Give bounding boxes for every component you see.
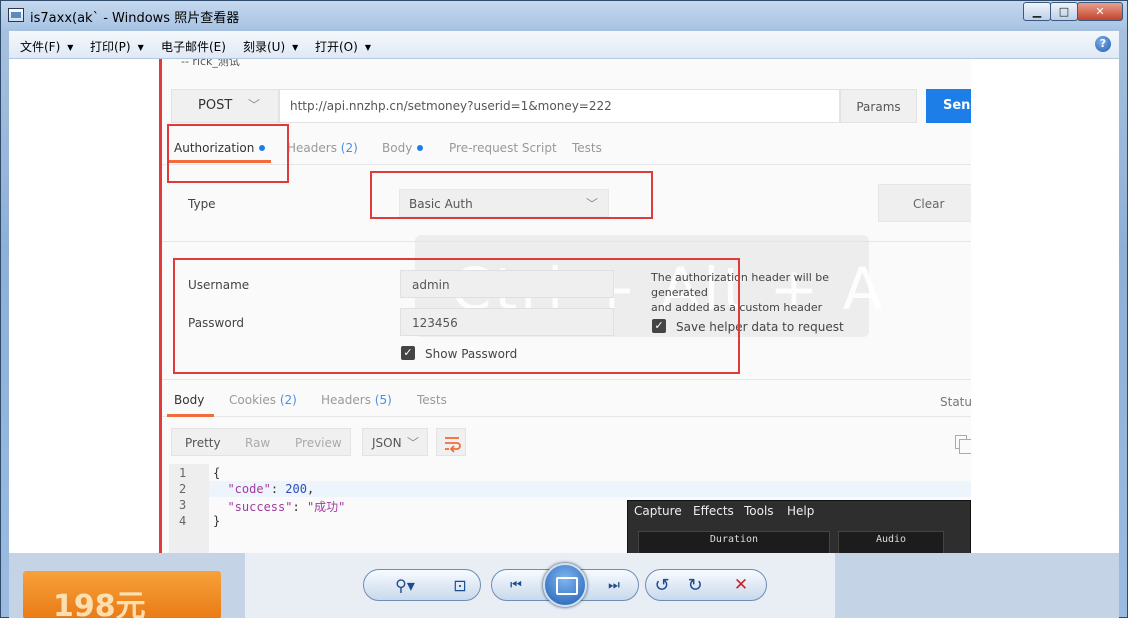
delete-icon[interactable]: ✕ xyxy=(730,575,752,595)
ad-banner: 198元 xyxy=(23,571,221,618)
response-tabs: Body Cookies (2) Headers (5) Tests Statu… xyxy=(159,381,971,417)
tab-response-tests[interactable]: Tests xyxy=(417,393,447,407)
copy-icon[interactable] xyxy=(955,435,971,454)
menu-burn-label: 刻录(U) xyxy=(243,40,286,54)
format-preview[interactable]: Preview xyxy=(295,436,342,450)
json-key: "success" xyxy=(227,500,293,514)
ad-banner-text: 198元 xyxy=(53,589,146,618)
divider xyxy=(159,379,971,380)
help-icon[interactable]: ? xyxy=(1095,36,1111,52)
menu-email[interactable]: 电子邮件(E) xyxy=(161,38,226,55)
chevron-down-icon: ▼ xyxy=(67,43,74,52)
maximize-button[interactable]: □ xyxy=(1050,2,1078,21)
format-toggle: Pretty Raw Preview xyxy=(171,428,351,456)
annotation-box-auth-type xyxy=(370,171,653,219)
actual-size-icon[interactable]: ⊡ xyxy=(447,575,473,595)
annotation-box-credentials xyxy=(173,258,740,374)
line-number: 2 xyxy=(179,482,187,496)
previous-request-title: -- rick_测试 xyxy=(181,59,240,68)
menu-burn[interactable]: 刻录(U) ▼ xyxy=(243,38,298,55)
annotation-box-authorization xyxy=(167,124,289,183)
capture-menu-item[interactable]: Help xyxy=(787,504,814,518)
tab-cookies-label: Cookies xyxy=(229,393,276,407)
tab-headers-label: Headers xyxy=(287,141,337,155)
line-number: 3 xyxy=(179,498,187,512)
code-line-3: "success": "成功" xyxy=(227,500,346,514)
modified-dot-icon xyxy=(417,145,424,151)
send-button[interactable]: Send xyxy=(926,89,971,123)
previous-image-icon[interactable]: ⏮ xyxy=(503,575,529,595)
zoom-icon[interactable]: ⚲▾ xyxy=(387,575,423,595)
window-title: is7axx(ak` - Windows 照片查看器 xyxy=(30,11,240,26)
audio-track-header: Audio xyxy=(838,531,944,553)
auth-type-label: Type xyxy=(188,197,216,211)
annotation-line xyxy=(159,59,162,553)
code-line-1: { xyxy=(213,466,221,480)
format-raw[interactable]: Raw xyxy=(245,436,270,450)
menu-file-label: 文件(F) xyxy=(20,40,61,54)
json-format-value: JSON xyxy=(372,436,402,450)
tab-response-headers-count: (5) xyxy=(374,393,392,407)
photo-viewer-icon xyxy=(8,8,24,22)
tab-cookies-count: (2) xyxy=(279,393,297,407)
window-controls: ▁ □ ✕ xyxy=(1023,2,1123,21)
chevron-down-icon: ﹀ xyxy=(406,436,419,450)
wrap-lines-icon xyxy=(445,437,461,453)
title-bar: is7axx(ak` - Windows 照片查看器 ▁ □ ✕ xyxy=(1,1,1127,29)
tab-cookies[interactable]: Cookies (2) xyxy=(229,393,297,407)
menu-email-label: 电子邮件(E) xyxy=(161,40,226,54)
capture-menu-item[interactable]: Tools xyxy=(744,504,774,518)
tab-response-headers[interactable]: Headers (5) xyxy=(321,393,392,407)
tab-response-body[interactable]: Body xyxy=(174,393,204,407)
tab-body[interactable]: Body xyxy=(382,141,424,155)
postman-screenshot: -- rick_测试 POST ﹀ http://api.nnzhp.cn/se… xyxy=(159,59,971,553)
json-key: "code" xyxy=(227,482,271,496)
menu-bar: 文件(F) ▼ 打印(P) ▼ 电子邮件(E) 刻录(U) ▼ 打开(O) ▼ ? xyxy=(9,31,1119,59)
status-label: Status xyxy=(940,395,971,409)
capture-menu-item[interactable]: Capture xyxy=(634,504,682,518)
close-button[interactable]: ✕ xyxy=(1077,2,1123,21)
wrap-lines-button[interactable] xyxy=(436,428,466,456)
active-tab-indicator xyxy=(167,414,214,417)
tab-prerequest-script[interactable]: Pre-request Script xyxy=(449,141,557,155)
method-select[interactable]: POST ﹀ xyxy=(171,89,279,123)
minimize-button[interactable]: ▁ xyxy=(1023,2,1051,21)
line-number-gutter xyxy=(169,464,209,553)
chevron-down-icon: ▼ xyxy=(292,43,299,52)
clear-button[interactable]: Clear xyxy=(878,184,971,222)
url-input[interactable]: http://api.nnzhp.cn/setmoney?userid=1&mo… xyxy=(279,89,840,123)
method-value: POST xyxy=(198,98,233,113)
line-number: 4 xyxy=(179,514,187,528)
menu-open[interactable]: 打开(O) ▼ xyxy=(315,38,371,55)
tab-response-headers-label: Headers xyxy=(321,393,371,407)
tab-body-label: Body xyxy=(382,141,413,155)
capture-menu-item[interactable]: Effects xyxy=(693,504,734,518)
tab-headers-count: (2) xyxy=(340,141,358,155)
menu-print-label: 打印(P) xyxy=(90,40,131,54)
image-display: -- rick_测试 POST ﹀ http://api.nnzhp.cn/se… xyxy=(9,59,1119,553)
json-value: "成功" xyxy=(306,500,346,514)
rotate-clockwise-icon[interactable]: ↻ xyxy=(684,575,706,596)
code-line-2: "code": 200, xyxy=(227,482,315,496)
tab-tests[interactable]: Tests xyxy=(572,141,602,155)
json-format-select[interactable]: JSON ﹀ xyxy=(362,428,428,456)
menu-print[interactable]: 打印(P) ▼ xyxy=(90,38,144,55)
menu-file[interactable]: 文件(F) ▼ xyxy=(20,38,73,55)
line-number: 1 xyxy=(179,466,187,480)
next-image-icon[interactable]: ⏭ xyxy=(601,575,627,595)
params-button[interactable]: Params xyxy=(840,89,917,123)
chevron-down-icon: ▼ xyxy=(137,43,144,52)
tab-headers[interactable]: Headers (2) xyxy=(287,141,358,155)
capture-tool-panel: Capture Effects Tools Help Duration Audi… xyxy=(627,500,971,553)
menu-open-label: 打开(O) xyxy=(315,40,358,54)
format-pretty[interactable]: Pretty xyxy=(185,436,221,450)
rotate-counterclockwise-icon[interactable]: ↺ xyxy=(651,575,673,596)
chevron-down-icon: ▼ xyxy=(364,43,371,52)
duration-track-header: Duration xyxy=(638,531,830,553)
slideshow-button[interactable] xyxy=(543,563,587,607)
json-value: 200 xyxy=(285,482,307,496)
chevron-down-icon: ﹀ xyxy=(247,98,260,112)
code-line-4: } xyxy=(213,514,221,528)
photo-viewer-window: is7axx(ak` - Windows 照片查看器 ▁ □ ✕ 文件(F) ▼ … xyxy=(0,0,1128,618)
